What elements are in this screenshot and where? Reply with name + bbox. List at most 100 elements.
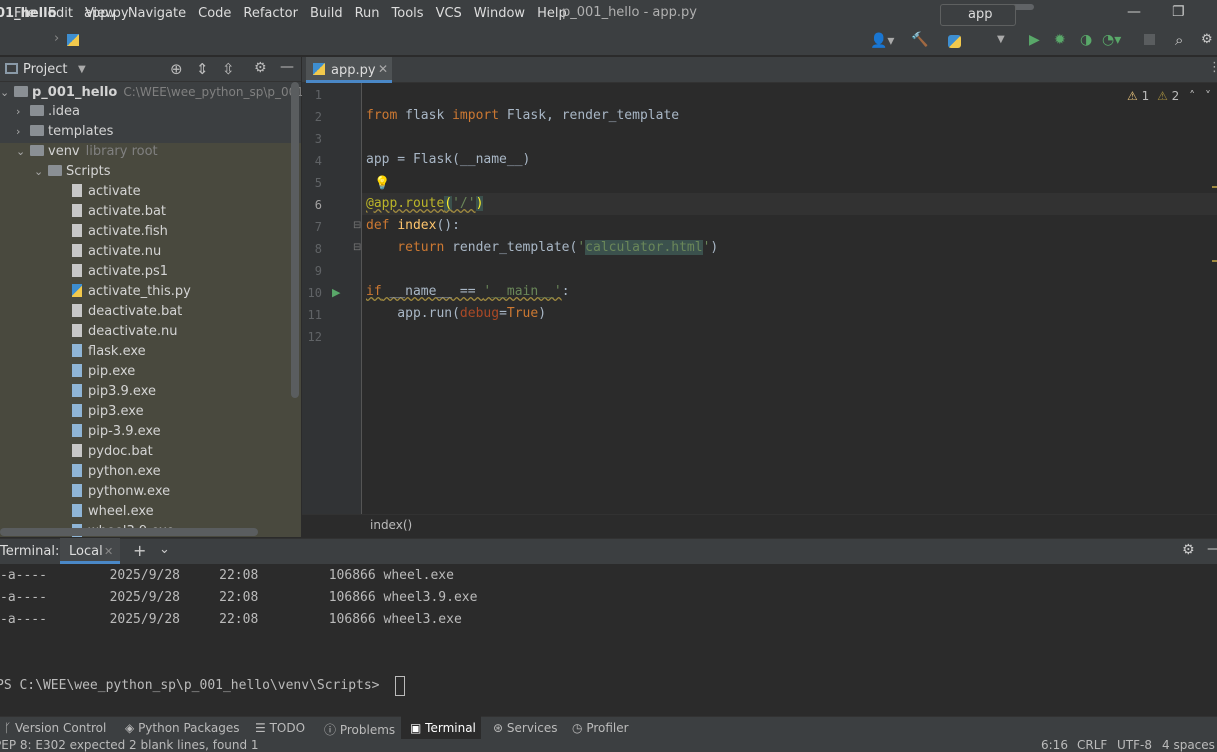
- tree-file[interactable]: wheel.exe: [72, 502, 154, 522]
- menu-tools[interactable]: Tools: [392, 6, 424, 21]
- tree-file-label: activate: [88, 184, 141, 199]
- tree-file[interactable]: activate_this.py: [72, 282, 191, 302]
- inspection-widget[interactable]: ⚠ 1 ⚠ 2 ˄ ˅: [1127, 89, 1211, 103]
- tool-profiler[interactable]: ◷ Profiler: [572, 721, 629, 735]
- tree-vertical-scrollbar[interactable]: [291, 82, 299, 398]
- run-gutter-icon[interactable]: ▶: [332, 286, 340, 299]
- tree-file[interactable]: deactivate.bat: [72, 302, 182, 322]
- tree-folder-idea[interactable]: › .idea: [16, 102, 80, 122]
- tool-todo[interactable]: ☰ TODO: [255, 721, 305, 735]
- line-number: 2: [314, 110, 322, 124]
- close-icon[interactable]: ✕: [104, 545, 113, 558]
- tree-file[interactable]: activate: [72, 182, 141, 202]
- executable-file-icon: [72, 404, 82, 417]
- gear-icon[interactable]: ⚙: [254, 60, 267, 76]
- menu-run[interactable]: Run: [355, 6, 380, 21]
- folder-icon: [30, 105, 44, 116]
- executable-file-icon: [72, 364, 82, 377]
- line-separator[interactable]: CRLF: [1077, 738, 1107, 752]
- python-file-icon: [72, 284, 82, 297]
- tree-file[interactable]: activate.bat: [72, 202, 166, 222]
- tree-file[interactable]: activate.fish: [72, 222, 168, 242]
- tree-file-label: pythonw.exe: [88, 484, 171, 499]
- project-panel-title[interactable]: Project: [23, 62, 67, 77]
- next-highlight-icon[interactable]: ˅: [1205, 89, 1211, 103]
- fold-icon[interactable]: ⊟: [353, 242, 361, 253]
- tree-horizontal-scrollbar[interactable]: [0, 528, 258, 536]
- terminal-prompt: PS C:\WEE\wee_python_sp\p_001_hello\venv…: [0, 678, 388, 693]
- intention-bulb-icon[interactable]: 💡: [374, 176, 390, 191]
- tree-file[interactable]: activate.ps1: [72, 262, 168, 282]
- menu-refactor[interactable]: Refactor: [243, 6, 298, 21]
- editor-breadcrumb-function[interactable]: index(): [370, 518, 412, 532]
- chevron-down-icon[interactable]: ⌄: [159, 542, 170, 557]
- tree-file[interactable]: pip.exe: [72, 362, 135, 382]
- more-tabs-icon[interactable]: ⋮: [1208, 60, 1217, 75]
- menu-window[interactable]: Window: [474, 6, 525, 21]
- fold-icon[interactable]: ⊟: [353, 220, 361, 231]
- menu-build[interactable]: Build: [310, 6, 343, 21]
- tree-file[interactable]: python.exe: [72, 462, 161, 482]
- user-icon[interactable]: 👤▾: [870, 33, 894, 49]
- menu-vcs[interactable]: VCS: [436, 6, 462, 21]
- tool-problems[interactable]: ⓘ Problems: [324, 721, 395, 738]
- tool-terminal[interactable]: ▣ Terminal: [410, 721, 476, 735]
- text-file-icon: [72, 304, 82, 317]
- tree-file[interactable]: pip3.9.exe: [72, 382, 156, 402]
- code-line-4: app = Flask(__name__): [366, 152, 531, 167]
- menu-code[interactable]: Code: [198, 6, 231, 21]
- breadcrumb-project[interactable]: 01_hello: [0, 6, 57, 21]
- restore-icon[interactable]: ❐: [1172, 4, 1185, 20]
- tree-folder-templates[interactable]: › templates: [16, 122, 113, 142]
- add-terminal-icon[interactable]: +: [133, 541, 146, 560]
- coverage-icon[interactable]: ◑: [1080, 32, 1092, 48]
- tool-version-control[interactable]: ᚴ Version Control: [4, 721, 106, 735]
- error-stripe-mark[interactable]: [1212, 186, 1217, 188]
- collapse-all-icon[interactable]: ⇳: [222, 60, 235, 78]
- stop-icon[interactable]: [1144, 34, 1155, 45]
- chevron-down-icon[interactable]: ▼: [78, 64, 86, 75]
- previous-highlight-icon[interactable]: ˄: [1189, 89, 1195, 103]
- line-number: 4: [314, 154, 322, 168]
- debug-icon[interactable]: ✹: [1054, 32, 1066, 48]
- terminal-tab-label: Local: [69, 544, 103, 559]
- chevron-right-icon: ›: [16, 105, 21, 118]
- expand-all-icon[interactable]: ⇕: [196, 60, 209, 78]
- close-icon[interactable]: ✕: [378, 62, 388, 76]
- hide-panel-icon[interactable]: —: [280, 59, 294, 75]
- run-icon[interactable]: ▶: [1029, 32, 1040, 48]
- gear-icon[interactable]: ⚙: [1182, 542, 1195, 558]
- caret-position[interactable]: 6:16: [1041, 738, 1068, 752]
- file-encoding[interactable]: UTF-8: [1117, 738, 1152, 752]
- tree-folder-label: venv: [48, 144, 80, 159]
- tree-root[interactable]: ⌄ p_001_hello C:\WEE\wee_python_sp\p_001_h…: [0, 82, 325, 102]
- profile-icon[interactable]: ◔▾: [1102, 32, 1121, 48]
- code-line-7: def index():: [366, 218, 460, 233]
- breadcrumb-file[interactable]: app.py: [84, 6, 129, 21]
- menu-navigate[interactable]: Navigate: [128, 6, 186, 21]
- settings-icon[interactable]: ⚙: [1201, 32, 1213, 47]
- tree-file[interactable]: activate.nu: [72, 242, 161, 262]
- status-message[interactable]: PEP 8: E302 expected 2 blank lines, foun…: [0, 738, 259, 752]
- hide-panel-icon[interactable]: —: [1207, 541, 1217, 557]
- search-icon[interactable]: ⌕: [1175, 31, 1183, 49]
- tool-python-packages[interactable]: ◈ Python Packages: [125, 721, 239, 735]
- tree-folder-venv[interactable]: ⌄ venv library root: [16, 142, 158, 162]
- tree-file[interactable]: pip3.exe: [72, 402, 144, 422]
- tree-file[interactable]: deactivate.nu: [72, 322, 177, 342]
- tree-root-name: p_001_hello: [32, 85, 118, 100]
- chevron-down-icon: ⌄: [34, 165, 44, 178]
- tree-file[interactable]: pydoc.bat: [72, 442, 153, 462]
- build-hammer-icon[interactable]: 🔨: [911, 32, 928, 48]
- indent-setting[interactable]: 4 spaces: [1162, 738, 1215, 752]
- minimize-icon[interactable]: —: [1127, 4, 1141, 20]
- tree-file-label: pip3.exe: [88, 404, 144, 419]
- locate-icon[interactable]: ⊕: [170, 60, 183, 78]
- line-number: 7: [314, 220, 322, 234]
- error-stripe-mark[interactable]: [1212, 260, 1217, 262]
- tree-file[interactable]: pip-3.9.exe: [72, 422, 161, 442]
- tree-file[interactable]: pythonw.exe: [72, 482, 170, 502]
- tree-file[interactable]: flask.exe: [72, 342, 146, 362]
- tool-services[interactable]: ⊛ Services: [493, 721, 558, 735]
- tree-folder-scripts[interactable]: ⌄ Scripts: [34, 162, 110, 182]
